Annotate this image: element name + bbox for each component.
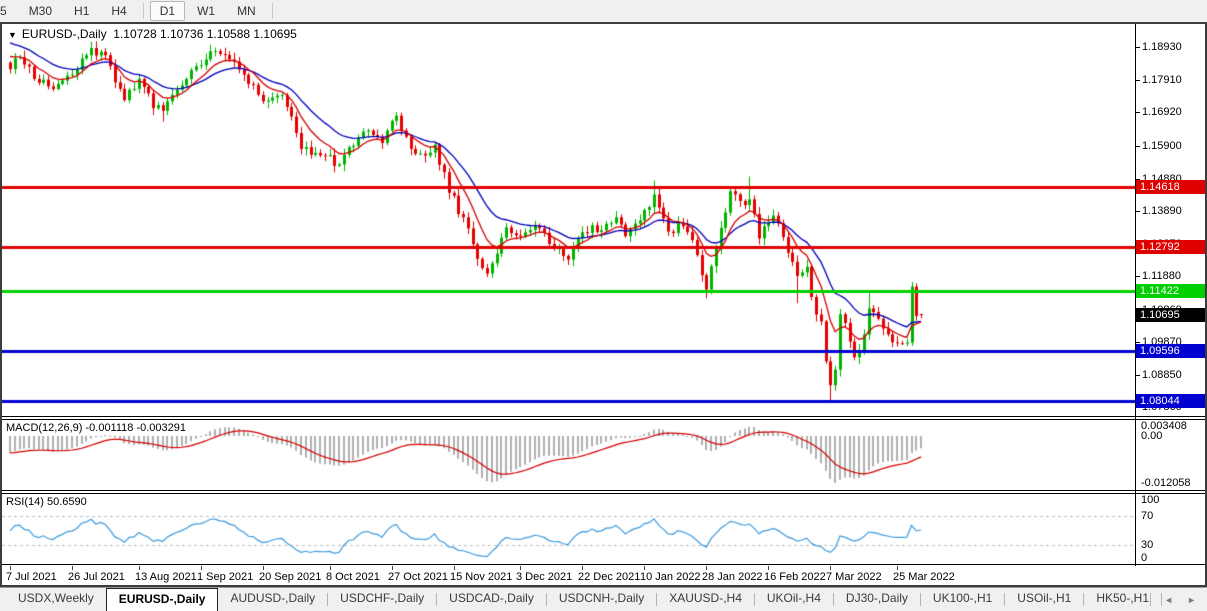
- date-axis-label: 25 Mar 2022: [893, 571, 955, 583]
- chart-tab-audusd-daily[interactable]: AUDUSD-,Daily: [218, 588, 327, 611]
- date-axis-label: 27 Oct 2021: [388, 571, 448, 583]
- tab-nav-divider: [1150, 593, 1152, 606]
- date-axis-tick: [263, 566, 264, 570]
- date-axis-label: 28 Jan 2022: [702, 571, 763, 583]
- toolbar-separator: [142, 3, 144, 19]
- dropdown-arrow-icon[interactable]: ▼: [8, 30, 17, 40]
- toolbar-separator: [271, 3, 273, 19]
- date-axis-label: 20 Sep 2021: [259, 571, 322, 583]
- date-axis-label: 26 Jul 2021: [68, 571, 125, 583]
- rsi-panel-canvas[interactable]: [2, 494, 1135, 564]
- timeframe-button-5[interactable]: 5: [0, 1, 17, 21]
- price-line-label: 1.08044: [1136, 394, 1205, 409]
- macd-label: MACD(12,26,9) -0.001118 -0.003291: [6, 422, 186, 434]
- date-axis-label: 10 Jan 2022: [640, 571, 701, 583]
- chart-tab-eurusd-daily[interactable]: EURUSD-,Daily: [105, 588, 219, 611]
- tab-scroll-left-icon[interactable]: ◄: [1157, 595, 1180, 605]
- rsi-axis-tick: 70: [1141, 510, 1154, 523]
- tab-scroll-nav: ◄ ►: [1150, 588, 1203, 611]
- chart-tab-usdcnh-daily[interactable]: USDCNH-,Daily: [547, 588, 656, 611]
- chart-tab-xauusd-h4[interactable]: XAUUSD-,H4: [657, 588, 754, 611]
- price-line-label: 1.14618: [1136, 180, 1205, 195]
- date-axis-tick: [201, 566, 202, 570]
- chart-ohlc-values: 1.10728 1.10736 1.10588 1.10695: [113, 27, 297, 41]
- date-axis-tick: [454, 566, 455, 570]
- timeframe-button-h4[interactable]: H4: [101, 1, 136, 21]
- date-axis-tick: [768, 566, 769, 570]
- macd-axis-tick: -0.012058: [1141, 477, 1191, 489]
- timeframe-button-h1[interactable]: H1: [64, 1, 99, 21]
- price-axis-tick: 1.18930: [1136, 41, 1184, 54]
- price-axis-tick: 1.13890: [1136, 205, 1184, 219]
- date-axis-tick: [139, 566, 140, 570]
- chart-window: ▼ EURUSD-,Daily 1.10728 1.10736 1.10588 1…: [0, 22, 1207, 587]
- date-axis-tick: [582, 566, 583, 570]
- date-axis[interactable]: 7 Jul 2021 26 Jul 2021 13 Aug 2021 1 Sep 20…: [2, 566, 1205, 585]
- price-line-label: 1.12792: [1136, 239, 1205, 254]
- date-axis-label: 8 Oct 2021: [326, 571, 380, 583]
- date-axis-label: 22 Dec 2021: [578, 571, 641, 583]
- rsi-label: RSI(14) 50.6590: [6, 496, 87, 508]
- date-axis-tick: [392, 566, 393, 570]
- date-axis-tick: [330, 566, 331, 570]
- chart-tab-dj30-daily[interactable]: DJ30-,Daily: [834, 588, 920, 611]
- price-line-label: 1.10695: [1136, 308, 1205, 323]
- timeframe-button-w1[interactable]: W1: [187, 1, 225, 21]
- timeframe-button-mn[interactable]: MN: [227, 1, 266, 21]
- macd-axis-tick: 0.00: [1141, 429, 1163, 442]
- price-axis-tick: 1.17910: [1136, 74, 1184, 88]
- rsi-axis-tick: 100: [1141, 494, 1160, 506]
- price-line-label: 1.11422: [1136, 284, 1205, 299]
- price-axis-tick: 1.16920: [1136, 106, 1184, 120]
- price-line-label: 1.09596: [1136, 343, 1205, 358]
- date-axis-tick: [72, 566, 73, 570]
- chart-tab-usdx-weekly[interactable]: USDX,Weekly: [6, 588, 106, 611]
- chart-tab-bar: USDX,Weekly EURUSD-,Daily AUDUSD-,Daily USD…: [0, 587, 1207, 611]
- date-axis-tick: [830, 566, 831, 570]
- tab-scroll-right-icon[interactable]: ►: [1180, 595, 1203, 605]
- date-axis-label: 1 Sep 2021: [197, 571, 254, 583]
- chart-tab-uk100-h1[interactable]: UK100-,H1: [921, 588, 1004, 611]
- price-axis-tick: 1.08850: [1136, 369, 1184, 383]
- date-axis-label: 7 Mar 2022: [826, 571, 882, 583]
- chart-tab-ukoil-h4[interactable]: UKOil-,H4: [755, 588, 833, 611]
- date-axis-label: 13 Aug 2021: [135, 571, 197, 583]
- date-axis-tick: [10, 566, 11, 570]
- date-axis-tick: [706, 566, 707, 570]
- price-axis-tick: 1.11880: [1136, 270, 1183, 284]
- chart-symbol-period: EURUSD-,Daily: [21, 27, 107, 41]
- date-axis-tick: [644, 566, 645, 570]
- timeframe-toolbar: 5 M30 H1 H4 D1 W1 MN: [0, 0, 1207, 22]
- chart-tab-usdchf-daily[interactable]: USDCHF-,Daily: [328, 588, 436, 611]
- price-chart-canvas[interactable]: [2, 24, 1135, 416]
- timeframe-button-m30[interactable]: M30: [19, 1, 62, 21]
- date-axis-tick: [897, 566, 898, 570]
- date-axis-tick: [520, 566, 521, 570]
- chart-tab-usoil-h1[interactable]: USOil-,H1: [1005, 588, 1083, 611]
- date-axis-label: 7 Jul 2021: [6, 571, 57, 583]
- rsi-axis-tick: 0: [1141, 552, 1148, 564]
- price-axis-tick: 1.15900: [1136, 139, 1184, 153]
- timeframe-button-d1[interactable]: D1: [149, 1, 186, 21]
- chart-title: ▼ EURUSD-,Daily 1.10728 1.10736 1.10588 1…: [8, 27, 297, 41]
- date-axis-label: 3 Dec 2021: [516, 571, 573, 583]
- chart-tab-usdcad-daily[interactable]: USDCAD-,Daily: [437, 588, 546, 611]
- date-axis-label: 15 Nov 2021: [450, 571, 513, 583]
- date-axis-label: 16 Feb 2022: [764, 571, 826, 583]
- rsi-axis-tick: 30: [1141, 538, 1154, 551]
